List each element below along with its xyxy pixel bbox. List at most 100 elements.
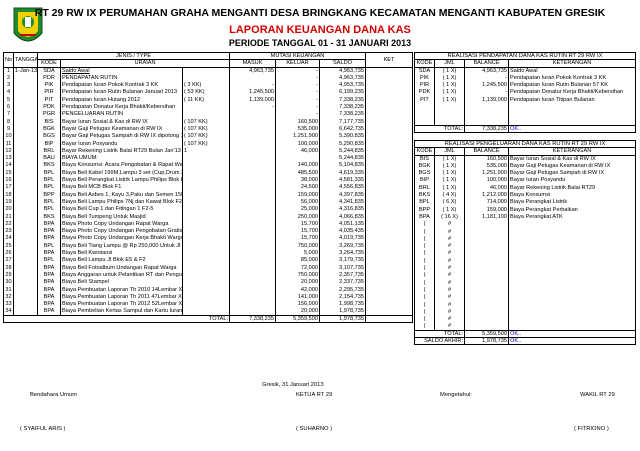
col-kode: KODE: [37, 59, 61, 68]
ledger-cell-masuk: [229, 147, 276, 155]
summary-cell-kode: SDA: [414, 67, 435, 75]
summary-cell-keterangan: Biaya Perangkat Perbaikan: [508, 206, 636, 214]
ledger-cell-qty: [181, 205, 230, 214]
summary-cell-keterangan: [508, 242, 636, 250]
ledger-cell-qty: [181, 161, 230, 170]
ledger-cell-no: 4: [3, 88, 14, 97]
summary-cell-jml: ( 1 X): [434, 67, 465, 75]
ledger-cell-kode: PIT: [37, 96, 61, 104]
table-row: (#: [414, 220, 636, 229]
ledger-cell-ket: [365, 205, 413, 214]
ledger-total-label: TOTAL:: [2, 314, 230, 323]
ledger-cell-no: 34: [3, 307, 14, 316]
summary-cell-kode: (: [414, 220, 435, 229]
report-period: PERIODE TANGGAL 01 - 31 JANUARI 2013: [228, 38, 412, 48]
ledger-cell-keluar: [275, 154, 320, 162]
ledger-cell-qty: [181, 264, 230, 272]
ledger-cell-kode: BPL: [37, 183, 61, 192]
ledger-cell-masuk: [229, 307, 276, 316]
ledger-cell-keluar: 485,500: [275, 169, 320, 177]
table-row: (#: [414, 322, 636, 331]
ledger-cell-keluar: 159,000: [275, 191, 320, 199]
summary-cell-keterangan: [508, 249, 636, 258]
ledger-cell-ket: [365, 154, 413, 162]
summary-cell-kode: (: [414, 322, 435, 331]
ledger-cell-uraian: BIAYA UMUM:: [60, 154, 183, 162]
ledger-cell-tanggal: [13, 81, 38, 89]
ledger-cell-no: 16: [3, 176, 14, 184]
ledger-cell-keluar: 38,000: [275, 176, 320, 184]
ledger-cell-uraian: Bayar Gaji Petugas Sampah di RW IX dipot…: [60, 132, 183, 141]
ledger-cell-tanggal: [13, 132, 38, 141]
ledger-total-ket: [365, 314, 413, 323]
summary-cell-jml: [434, 118, 465, 126]
table-row: 10 BGS Bayar Gaji Petugas Sampah di RW IX …: [3, 132, 413, 141]
table-row: 11 BIP Bayar Iuran Posyandu( 107 KK) 100,00…: [3, 140, 413, 148]
ledger-cell-qty: ( 107 KK): [181, 118, 230, 126]
ledger-cell-kode: BPA: [37, 220, 61, 228]
ledger-cell-saldo: 3,264,735: [319, 249, 366, 257]
expense-total-row: TOTAL: 5,359,500 OK..: [414, 329, 636, 338]
expense-ok-status: OK..: [508, 329, 636, 338]
ledger-cell-uraian: Biaya Anggaran untuk Pelantikan RT dan P…: [60, 271, 183, 279]
ledger-cell-uraian: Pendapatan Donatur Kerja Bhakti/Kebersih…: [60, 103, 183, 111]
ledger-cell-saldo: 4,397,835: [319, 191, 366, 199]
summary-cell-keterangan: Bayar Gaji Petugas Sampah di RW IX: [508, 169, 636, 177]
ledger-cell-saldo: 7,338,235: [319, 110, 366, 119]
ledger-cell-saldo: 5,290,835: [319, 140, 366, 148]
ledger-cell-ket: [365, 234, 413, 243]
summary-cell-kode: BIS: [414, 155, 435, 163]
ledger-cell-keluar: 140,000: [275, 161, 320, 170]
ledger-cell-tanggal: [13, 300, 38, 308]
ledger-cell-ket: [365, 271, 413, 279]
table-row: BGS( 1 X) 1,251,900 Bayar Gaji Petugas Sam…: [414, 169, 636, 177]
ledger-cell-no: 1: [3, 67, 14, 75]
ledger-cell-saldo: 5,390,835: [319, 132, 366, 141]
summary-cell-jml: ( 4 X): [434, 191, 465, 199]
col-jenis: JENIS / TYPE: [36, 51, 230, 61]
ledger-table: No TANGGAL JENIS / TYPE MUTASI KEUANGAN …: [2, 51, 414, 323]
ketua-title: KETUA RT 29: [296, 392, 333, 398]
ledger-cell-masuk: -: [229, 81, 276, 89]
summary-cell-keterangan: Bayar Iuran Sosial & Kas di RW IX: [508, 155, 636, 163]
summary-cell-kode: BPP: [414, 206, 435, 214]
saldo-akhir-label: SALDO AKHIR:: [414, 336, 465, 345]
ledger-cell-saldo: 4,019,735: [319, 234, 366, 243]
summary-cell-kode: BIP: [414, 176, 435, 185]
expense-col-kode: KODE: [414, 147, 435, 156]
ledger-cell-qty: [181, 242, 230, 250]
table-row: [414, 103, 636, 111]
ledger-cell-saldo: 4,556,835: [319, 183, 366, 192]
ledger-cell-qty: [181, 234, 230, 243]
table-row: 27 BPL Biaya Beli Lampu JI Blok E5 & F2 85,…: [3, 256, 413, 265]
ledger-cell-masuk: [229, 278, 276, 286]
summary-cell-jml: #: [434, 315, 465, 323]
ledger-cell-tanggal: [13, 278, 38, 286]
income-ok-status: OK..: [507, 124, 636, 133]
ledger-cell-qty: [181, 300, 230, 308]
ledger-cell-kode: BPA: [37, 307, 61, 316]
ledger-cell-keluar: 750,000: [275, 242, 320, 250]
ledger-cell-qty: [181, 198, 230, 206]
ledger-cell-keluar: 160,500: [275, 118, 320, 126]
ledger-cell-qty: ( 107 KK): [181, 125, 230, 133]
table-row: 34 BPA Biaya Pembelian Kertas Sampul dan K…: [3, 307, 413, 316]
ledger-cell-no: 26: [3, 249, 14, 257]
ledger-cell-no: 13: [3, 154, 14, 162]
table-row: BIS( 1 X) 160,500 Bayar Iuran Sosial & Kas…: [414, 155, 636, 163]
ledger-cell-uraian: Biaya Pembuatan Laporan Th 2012 52Lembar…: [60, 300, 183, 308]
ledger-cell-uraian: Biaya Pembuatan Laporan Th 2011 47Lembar…: [60, 293, 183, 301]
ledger-cell-masuk: [229, 300, 276, 308]
ledger-cell-qty: [181, 176, 230, 184]
summary-cell-kode: (: [414, 301, 435, 309]
ledger-cell-uraian: Biaya Beli Kwintansi: [60, 249, 183, 257]
ledger-cell-ket: [365, 132, 413, 141]
summary-cell-keterangan: [508, 308, 636, 316]
table-row: (#: [414, 293, 636, 302]
ledger-cell-tanggal: [13, 140, 38, 148]
table-row: BGK( 1 X) 535,000 Bayar Gaji Petugas Keama…: [414, 162, 636, 170]
table-row: 17 BPL Biaya Beli MCB Blok F1 24,500 4,556,8…: [3, 183, 413, 192]
col-mutasi: MUTASI KEUANGAN: [229, 51, 366, 61]
summary-cell-balance: [464, 293, 509, 302]
ledger-cell-tanggal: 1-Jan-13: [13, 67, 38, 75]
